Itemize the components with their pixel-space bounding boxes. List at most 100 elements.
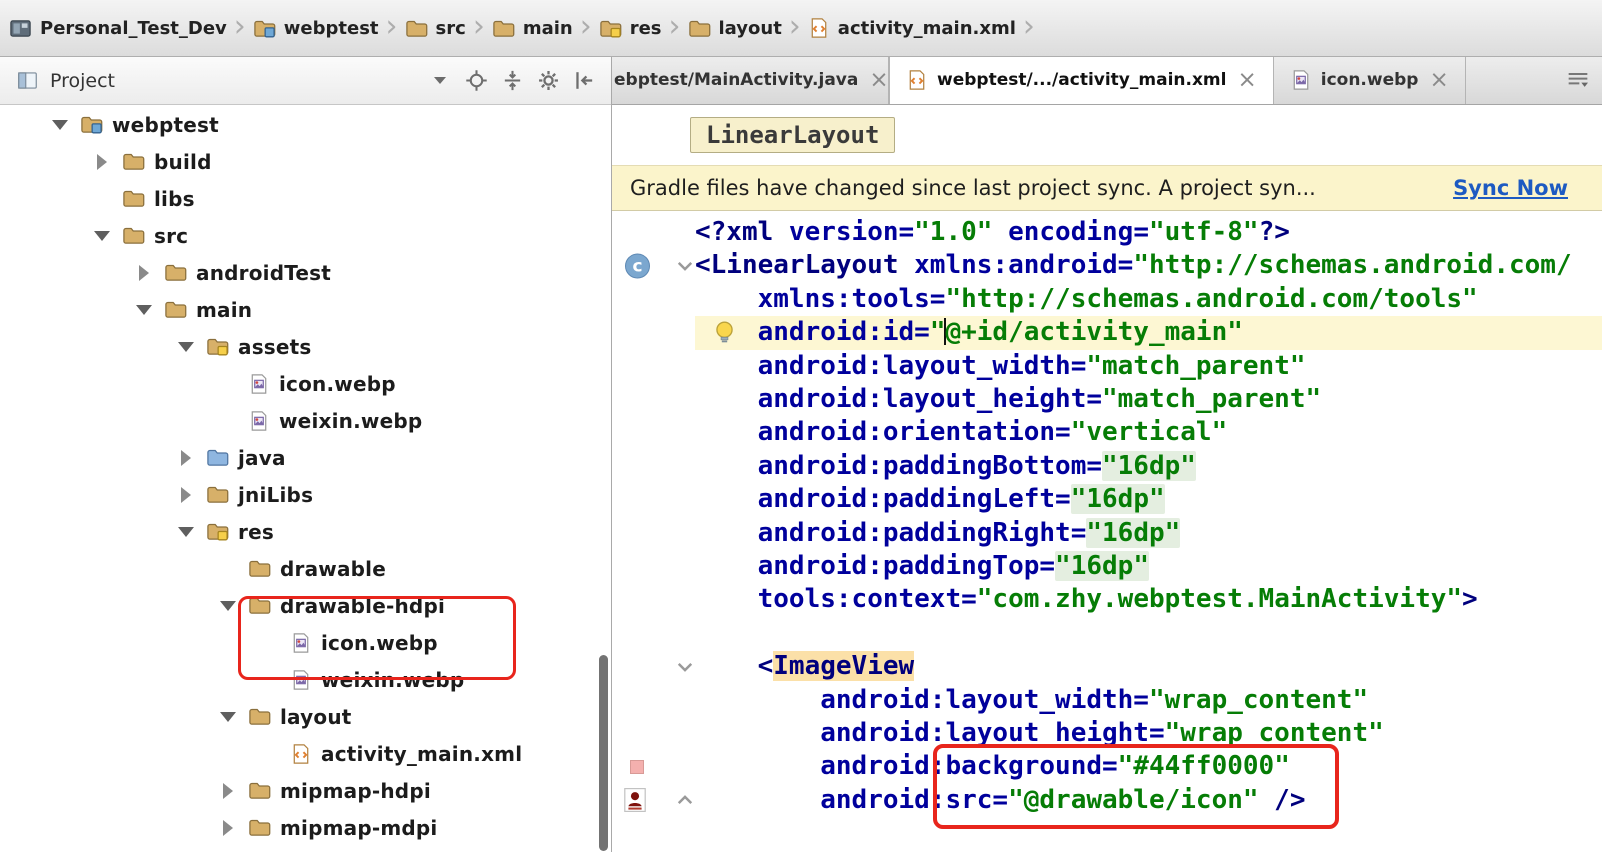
- res-folder-icon: [599, 17, 622, 40]
- tree-item-assets[interactable]: assets: [0, 328, 611, 365]
- tree-item-jnilibs[interactable]: jniLibs: [0, 476, 611, 513]
- tree-item-label: icon.webp: [279, 372, 396, 396]
- scroll-to-source-icon[interactable]: [463, 68, 489, 94]
- folder-icon: [122, 187, 145, 210]
- editor-tab-ebptest-mainactivity-java[interactable]: ebptest/MainActivity.java ×: [612, 57, 889, 104]
- tree-item-src[interactable]: src: [0, 217, 611, 254]
- xml-file-icon: [906, 69, 928, 91]
- folder-icon: [248, 557, 271, 580]
- code-line-2[interactable]: c<LinearLayout xmlns:android="http://sch…: [612, 249, 1602, 282]
- tree-item-res[interactable]: res: [0, 513, 611, 550]
- tree-item-webptest[interactable]: webptest: [0, 106, 611, 143]
- tree-item-drawable[interactable]: drawable: [0, 550, 611, 587]
- tab-close-icon[interactable]: ×: [1429, 67, 1448, 93]
- path-item-label: Personal_Test_Dev: [40, 18, 227, 39]
- tree-item-layout[interactable]: layout: [0, 698, 611, 735]
- image-file-icon: [290, 669, 312, 691]
- code-line-3[interactable]: xmlns:tools="http://schemas.android.com/…: [612, 283, 1602, 316]
- path-item-label: webptest: [284, 18, 379, 39]
- project-tool-window: Project webptestbuildlibssrcandroidTestm…: [0, 57, 612, 852]
- code-line-15[interactable]: android:layout_width="wrap_content": [612, 684, 1602, 717]
- path-item-webptest[interactable]: webptest: [248, 17, 384, 40]
- project-scrollbar-thumb[interactable]: [599, 655, 608, 851]
- code-line-10[interactable]: android:paddingRight="16dp": [612, 517, 1602, 550]
- path-item-label: activity_main.xml: [838, 18, 1016, 39]
- tree-expand-arrow-icon[interactable]: [208, 601, 248, 611]
- editor-tab-bar: ebptest/MainActivity.java×webptest/.../a…: [612, 57, 1602, 105]
- code-line-14[interactable]: <ImageView: [612, 650, 1602, 683]
- tree-item-build[interactable]: build: [0, 143, 611, 180]
- tree-item-label: mipmap-hdpi: [280, 779, 431, 803]
- code-line-5[interactable]: android:layout_width="match_parent": [612, 350, 1602, 383]
- res-folder-icon: [206, 520, 229, 543]
- tree-expand-arrow-icon[interactable]: [166, 342, 206, 352]
- hide-panel-icon[interactable]: [571, 68, 597, 94]
- tree-expand-arrow-icon[interactable]: [166, 450, 206, 466]
- tree-expand-arrow-icon[interactable]: [82, 154, 122, 170]
- project-view-dropdown[interactable]: [427, 68, 453, 94]
- image-file-icon: [248, 373, 270, 395]
- editor-tab-icon-webp[interactable]: icon.webp×: [1274, 57, 1466, 104]
- tree-expand-arrow-icon[interactable]: [82, 231, 122, 241]
- path-item-res[interactable]: res: [594, 17, 667, 40]
- tree-item-java[interactable]: java: [0, 439, 611, 476]
- tree-item-drawable-hdpi[interactable]: drawable-hdpi: [0, 587, 611, 624]
- tree-expand-arrow-icon[interactable]: [40, 120, 80, 130]
- tree-item-weixin-webp[interactable]: weixin.webp: [0, 661, 611, 698]
- tree-expand-arrow-icon[interactable]: [208, 820, 248, 836]
- code-line-13[interactable]: [612, 617, 1602, 650]
- tree-item-icon-webp[interactable]: icon.webp: [0, 624, 611, 661]
- tree-expand-arrow-icon[interactable]: [124, 305, 164, 315]
- tree-item-mipmap-hdpi[interactable]: mipmap-hdpi: [0, 772, 611, 809]
- code-line-8[interactable]: android:paddingBottom="16dp": [612, 450, 1602, 483]
- code-line-11[interactable]: android:paddingTop="16dp": [612, 550, 1602, 583]
- tree-item-activity-main-xml[interactable]: activity_main.xml: [0, 735, 611, 772]
- sync-now-link[interactable]: Sync Now: [1453, 176, 1568, 200]
- editor-breadcrumb-linearlayout[interactable]: LinearLayout: [690, 117, 895, 153]
- tree-item-weixin-webp[interactable]: weixin.webp: [0, 402, 611, 439]
- tree-item-main[interactable]: main: [0, 291, 611, 328]
- tree-item-label: libs: [154, 187, 195, 211]
- code-line-9[interactable]: android:paddingLeft="16dp": [612, 483, 1602, 516]
- tree-item-label: res: [238, 520, 274, 544]
- tab-label: ebptest/MainActivity.java: [614, 70, 858, 90]
- path-item-src[interactable]: src: [400, 17, 471, 40]
- tree-expand-arrow-icon[interactable]: [166, 527, 206, 537]
- tab-close-icon[interactable]: ×: [1237, 67, 1256, 93]
- collapse-all-icon[interactable]: [499, 68, 525, 94]
- breadcrumb-separator-icon: ›: [669, 9, 681, 44]
- tree-item-label: drawable: [280, 557, 386, 581]
- path-item-main[interactable]: main: [487, 17, 578, 40]
- code-line-16[interactable]: android:layout_height="wrap_content": [612, 717, 1602, 750]
- editor-tab-webptest-activity-main-xml[interactable]: webptest/.../activity_main.xml×: [889, 57, 1274, 104]
- fold-arrow-down-icon: [675, 657, 695, 677]
- tab-close-icon[interactable]: ×: [869, 67, 888, 93]
- hidden-tabs-dropdown-icon[interactable]: [1566, 68, 1590, 92]
- tree-item-label: activity_main.xml: [321, 742, 522, 766]
- tree-item-mipmap-mdpi[interactable]: mipmap-mdpi: [0, 809, 611, 846]
- tree-item-androidtest[interactable]: androidTest: [0, 254, 611, 291]
- tree-expand-arrow-icon[interactable]: [166, 487, 206, 503]
- tree-expand-arrow-icon[interactable]: [124, 265, 164, 281]
- tree-expand-arrow-icon[interactable]: [208, 783, 248, 799]
- code-line-4[interactable]: android:id="@+id/activity_main": [612, 316, 1602, 349]
- intention-bulb-icon[interactable]: [712, 319, 737, 346]
- breadcrumb-separator-icon: ›: [386, 9, 398, 44]
- code-line-17[interactable]: android:background="#44ff0000": [612, 750, 1602, 783]
- code-line-6[interactable]: android:layout_height="match_parent": [612, 383, 1602, 416]
- breadcrumb-separator-icon: ›: [234, 9, 246, 44]
- path-item-activity-main-xml[interactable]: activity_main.xml: [803, 17, 1021, 39]
- tree-item-label: webptest: [112, 113, 219, 137]
- settings-gear-icon[interactable]: [535, 68, 561, 94]
- code-line-7[interactable]: android:orientation="vertical": [612, 416, 1602, 449]
- code-editor[interactable]: <?xml version="1.0" encoding="utf-8"?>c<…: [612, 211, 1602, 852]
- path-item-personal-test-dev[interactable]: Personal_Test_Dev: [4, 17, 232, 40]
- path-item-label: main: [523, 18, 573, 39]
- path-item-layout[interactable]: layout: [683, 17, 787, 40]
- tree-item-libs[interactable]: libs: [0, 180, 611, 217]
- tree-item-icon-webp[interactable]: icon.webp: [0, 365, 611, 402]
- tree-expand-arrow-icon[interactable]: [208, 712, 248, 722]
- code-line-12[interactable]: tools:context="com.zhy.webptest.MainActi…: [612, 583, 1602, 616]
- code-line-18[interactable]: android:src="@drawable/icon" />: [612, 784, 1602, 817]
- code-line-1[interactable]: <?xml version="1.0" encoding="utf-8"?>: [612, 216, 1602, 249]
